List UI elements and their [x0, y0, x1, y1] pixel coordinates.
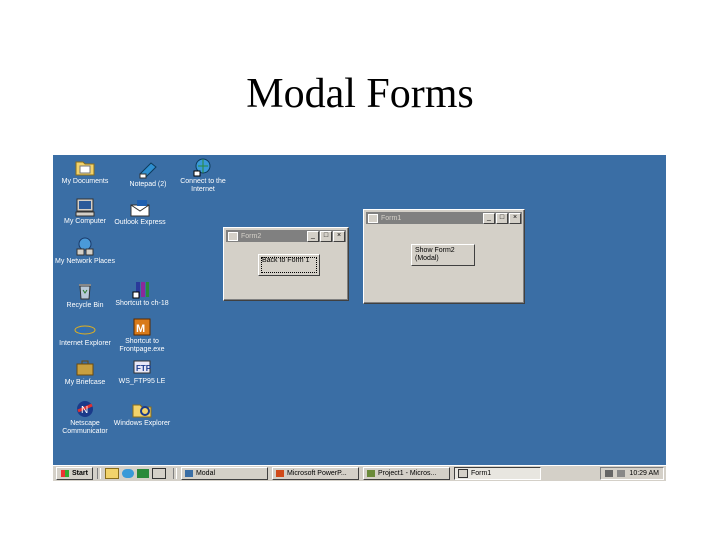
start-button[interactable]: Start — [56, 467, 93, 480]
show-form2-modal-button[interactable]: Show Form2 (Modal) — [411, 244, 475, 266]
form-icon — [228, 231, 238, 241]
task-button-form1[interactable]: Form1 — [453, 467, 541, 480]
svg-text:e: e — [78, 320, 86, 339]
desktop-icon-shortcut-ch18[interactable]: Shortcut to ch-18 — [110, 279, 174, 308]
shortcut-icon — [131, 279, 153, 299]
quicklaunch-channels-icon[interactable] — [136, 469, 149, 478]
recycle-bin-icon — [74, 281, 96, 301]
maximize-button[interactable]: □ — [320, 230, 332, 242]
desktop-icon-connect-internet[interactable]: Connect to the Internet — [171, 157, 235, 194]
frontpage-icon: M — [131, 317, 153, 337]
form2-titlebar[interactable]: Form2 _ □ × — [226, 230, 346, 242]
desktop-icon-recycle-bin[interactable]: Recycle Bin — [53, 281, 117, 310]
svg-text:FTP: FTP — [136, 364, 152, 373]
internet-explorer-icon: e — [74, 319, 96, 340]
desktop: My Documents My Computer My Network Plac… — [53, 155, 666, 465]
desktop-icon-windows-explorer[interactable]: Windows Explorer — [110, 399, 174, 428]
form1-titlebar[interactable]: Form1 _ □ × — [366, 212, 522, 224]
close-button[interactable]: × — [333, 230, 345, 242]
ws-ftp-icon: FTP — [131, 357, 153, 377]
connect-internet-icon — [192, 157, 214, 177]
folder-documents-icon — [74, 157, 96, 177]
form2-window[interactable]: Form2 _ □ × Back to Form 1 — [223, 227, 349, 301]
tray-network-icon[interactable] — [605, 470, 614, 477]
clock[interactable]: 10:29 AM — [629, 470, 659, 477]
system-tray: 10:29 AM — [600, 467, 664, 480]
desktop-icon-netscape[interactable]: N Netscape Communicator — [53, 399, 117, 436]
taskbar-separator — [172, 468, 177, 479]
maximize-button[interactable]: □ — [496, 212, 508, 224]
powerpoint-icon — [275, 470, 284, 477]
taskbar-separator — [96, 468, 101, 479]
task-button-powerpoint[interactable]: Microsoft PowerP... — [271, 467, 359, 480]
desktop-icon-outlook-express[interactable]: Outlook Express — [108, 198, 172, 227]
form1-window[interactable]: Form1 _ □ × Show Form2 (Modal) — [363, 209, 525, 304]
svg-text:M: M — [136, 323, 145, 335]
quicklaunch-outlook-icon[interactable] — [104, 468, 119, 479]
windows-explorer-icon — [131, 399, 153, 419]
close-button[interactable]: × — [509, 212, 521, 224]
minimize-button[interactable]: _ — [307, 230, 319, 242]
desktop-icon-ws-ftp[interactable]: FTP WS_FTP95 LE — [110, 357, 174, 386]
quicklaunch-ie-icon[interactable] — [121, 469, 134, 478]
outlook-express-icon — [129, 198, 151, 218]
windows-logo-icon — [61, 470, 69, 477]
briefcase-icon — [74, 358, 96, 378]
desktop-icon-my-briefcase[interactable]: My Briefcase — [53, 358, 117, 387]
desktop-icon-internet-explorer[interactable]: e Internet Explorer — [53, 319, 117, 348]
taskbar: Start Modal Microsoft PowerP... Project1… — [53, 465, 666, 481]
desktop-icon-my-documents[interactable]: My Documents — [53, 157, 117, 186]
netscape-icon: N — [74, 399, 96, 419]
quicklaunch-desktop-icon[interactable] — [151, 468, 166, 479]
svg-text:N: N — [81, 405, 88, 416]
desktop-icon-frontpage[interactable]: M Shortcut to Frontpage.exe — [110, 317, 174, 354]
slide-title: Modal Forms — [246, 71, 474, 117]
back-to-form1-button[interactable]: Back to Form 1 — [258, 254, 320, 276]
app-icon — [184, 470, 193, 477]
minimize-button[interactable]: _ — [483, 212, 495, 224]
form-icon — [368, 213, 378, 223]
task-button-project1[interactable]: Project1 - Micros... — [362, 467, 450, 480]
form-icon — [457, 469, 468, 478]
desktop-icon-my-network-places[interactable]: My Network Places — [53, 237, 117, 266]
computer-icon — [74, 197, 96, 217]
notepad-icon — [137, 160, 159, 180]
task-button-modal[interactable]: Modal — [180, 467, 268, 480]
vb-project-icon — [366, 470, 375, 477]
network-places-icon — [74, 237, 96, 257]
tray-volume-icon[interactable] — [617, 470, 626, 477]
